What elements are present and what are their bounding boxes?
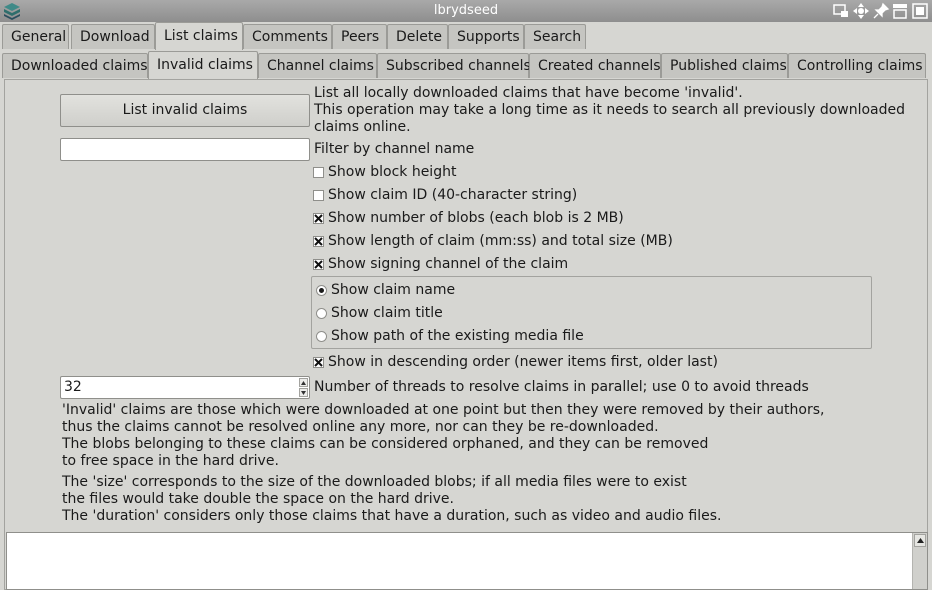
pin-icon[interactable] [872, 2, 890, 20]
radio-label: Show path of the existing media file [331, 328, 584, 344]
radio-label: Show claim name [331, 282, 456, 298]
tab-general[interactable]: General [2, 24, 69, 49]
threads-spinbox[interactable]: 32 [60, 376, 310, 399]
subtab-downloaded-claims[interactable]: Downloaded claims [2, 53, 148, 78]
tab-peers[interactable]: Peers [332, 24, 387, 49]
checkbox-label: Show block height [328, 164, 457, 180]
info-line-7: The 'duration' considers only those clai… [62, 508, 722, 524]
claim-display-radio-group: Show claim name Show claim title Show pa… [311, 276, 872, 349]
radio-selected-icon [316, 284, 327, 296]
info-line-4: to free space in the hard drive. [62, 453, 279, 469]
show-claim-title-radio[interactable]: Show claim title [316, 303, 443, 323]
move-icon[interactable] [852, 2, 870, 20]
description-line-3: claims online. [314, 119, 411, 135]
spin-down-icon[interactable] [299, 388, 308, 397]
subtab-invalid-claims[interactable]: Invalid claims [148, 51, 258, 79]
checkbox-checked-icon [313, 212, 324, 224]
checkbox-checked-icon [313, 235, 324, 247]
output-text-area[interactable] [6, 532, 928, 590]
scroll-up-icon[interactable] [914, 534, 926, 547]
tab-search[interactable]: Search [524, 24, 586, 49]
checkbox-checked-icon [313, 258, 324, 270]
description-line-1: List all locally downloaded claims that … [314, 85, 743, 101]
close-icon[interactable] [911, 2, 929, 20]
show-claim-id-checkbox[interactable]: Show claim ID (40-character string) [313, 185, 577, 205]
info-line-2: thus the claims cannot be resolved onlin… [62, 419, 659, 435]
show-number-of-blobs-checkbox[interactable]: Show number of blobs (each blob is 2 MB) [313, 208, 624, 228]
show-length-of-claim-checkbox[interactable]: Show length of claim (mm:ss) and total s… [313, 231, 673, 251]
channel-filter-input[interactable] [60, 138, 310, 161]
info-line-3: The blobs belonging to these claims can … [62, 436, 709, 452]
output-scrollbar[interactable] [912, 533, 927, 589]
checkbox-label: Show signing channel of the claim [328, 256, 569, 272]
tab-supports[interactable]: Supports [448, 24, 524, 49]
title-bar: lbrydseed [0, 0, 932, 22]
subtab-channel-claims[interactable]: Channel claims [258, 53, 377, 78]
threads-label: Number of threads to resolve claims in p… [314, 379, 809, 395]
checkbox-unchecked-icon [313, 189, 324, 201]
show-block-height-checkbox[interactable]: Show block height [313, 162, 456, 182]
subtab-subscribed-channels[interactable]: Subscribed channels [377, 53, 531, 78]
tab-download[interactable]: Download [71, 24, 155, 49]
show-media-path-radio[interactable]: Show path of the existing media file [316, 326, 584, 346]
checkbox-label: Show claim ID (40-character string) [328, 187, 578, 203]
checkbox-label: Show length of claim (mm:ss) and total s… [328, 233, 673, 249]
info-line-5: The 'size' corresponds to the size of th… [62, 474, 687, 490]
shade-icon[interactable] [832, 2, 850, 20]
radio-unselected-icon [316, 307, 327, 319]
show-signing-channel-checkbox[interactable]: Show signing channel of the claim [313, 254, 568, 274]
subtab-created-channels[interactable]: Created channels [529, 53, 661, 78]
descending-order-checkbox[interactable]: Show in descending order (newer items fi… [313, 352, 718, 372]
tab-delete[interactable]: Delete [387, 24, 448, 49]
checkbox-label: Show in descending order (newer items fi… [328, 354, 718, 370]
tab-comments[interactable]: Comments [243, 24, 332, 49]
maximize-icon[interactable] [891, 2, 909, 20]
subtab-published-claims[interactable]: Published claims [661, 53, 788, 78]
checkbox-checked-icon [313, 356, 324, 368]
description-line-2: This operation may take a long time as i… [314, 102, 906, 118]
spin-up-icon[interactable] [299, 378, 308, 387]
checkbox-unchecked-icon [313, 166, 324, 178]
checkbox-label: Show number of blobs (each blob is 2 MB) [328, 210, 624, 226]
window-title: lbrydseed [433, 3, 499, 18]
show-claim-name-radio[interactable]: Show claim name [316, 280, 455, 300]
info-line-1: 'Invalid' claims are those which were do… [62, 402, 825, 418]
list-invalid-claims-button[interactable]: List invalid claims [60, 94, 310, 127]
spin-arrows [299, 378, 308, 397]
subtab-controlling-claims[interactable]: Controlling claims [788, 53, 926, 78]
channel-filter-label: Filter by channel name [314, 141, 475, 157]
radio-label: Show claim title [331, 305, 443, 321]
radio-unselected-icon [316, 330, 327, 342]
info-line-6: the files would take double the space on… [62, 491, 454, 507]
threads-value: 32 [64, 379, 82, 395]
tab-list-claims[interactable]: List claims [155, 22, 243, 50]
